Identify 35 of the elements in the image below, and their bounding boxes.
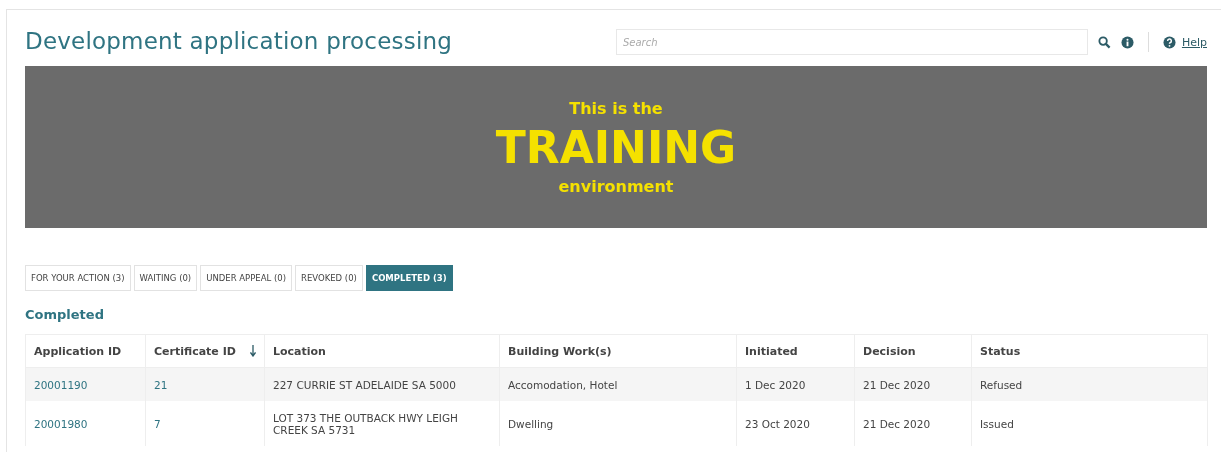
banner-text: environment: [558, 176, 674, 196]
tab[interactable]: REVOKED (0): [295, 265, 363, 291]
sort-arrow-icon[interactable]: [250, 345, 256, 357]
banner-text: This is the: [569, 98, 663, 118]
search-icon[interactable]: [1097, 35, 1111, 49]
tab[interactable]: WAITING (0): [133, 265, 198, 291]
table-link[interactable]: 7: [154, 417, 161, 430]
table-cell: 1 Dec 2020: [745, 378, 806, 391]
table-link[interactable]: 20001190: [34, 378, 88, 391]
table-link[interactable]: 21: [154, 378, 168, 391]
help-link[interactable]: Help: [1181, 35, 1207, 49]
table-cell: 23 Oct 2020: [745, 417, 810, 430]
table-cell: Dwelling: [508, 417, 554, 430]
tab[interactable]: UNDER APPEAL (0): [200, 265, 293, 291]
table-cell: LOT 373 THE OUTBACK HWY LEIGH CREEK SA 5731: [273, 411, 458, 436]
tab[interactable]: FOR YOUR ACTION (3): [25, 265, 131, 291]
table-cell: Accomodation, Hotel: [508, 378, 618, 391]
column-header[interactable]: Decision: [863, 344, 916, 358]
table-cell: 21 Dec 2020: [863, 378, 931, 391]
column-header[interactable]: Building Work(s): [508, 344, 612, 358]
search-field[interactable]: Search: [615, 29, 1088, 55]
banner-heading: TRAINING: [495, 120, 737, 175]
tab[interactable]: COMPLETED (3): [365, 265, 453, 291]
column-header[interactable]: Status: [980, 344, 1021, 358]
info-icon[interactable]: [1120, 35, 1134, 49]
table-link[interactable]: 20001980: [34, 417, 88, 430]
column-header[interactable]: Location: [273, 344, 326, 358]
table-cell: Refused: [980, 378, 1023, 391]
section-title: Completed: [25, 307, 105, 322]
table-cell: Issued: [980, 417, 1014, 430]
help-icon[interactable]: [1162, 35, 1176, 49]
page-title: Development application processing: [25, 28, 453, 54]
table-cell: 227 CURRIE ST ADELAIDE SA 5000: [273, 378, 456, 391]
column-header[interactable]: Initiated: [745, 344, 798, 358]
table-cell: 21 Dec 2020: [863, 417, 931, 430]
